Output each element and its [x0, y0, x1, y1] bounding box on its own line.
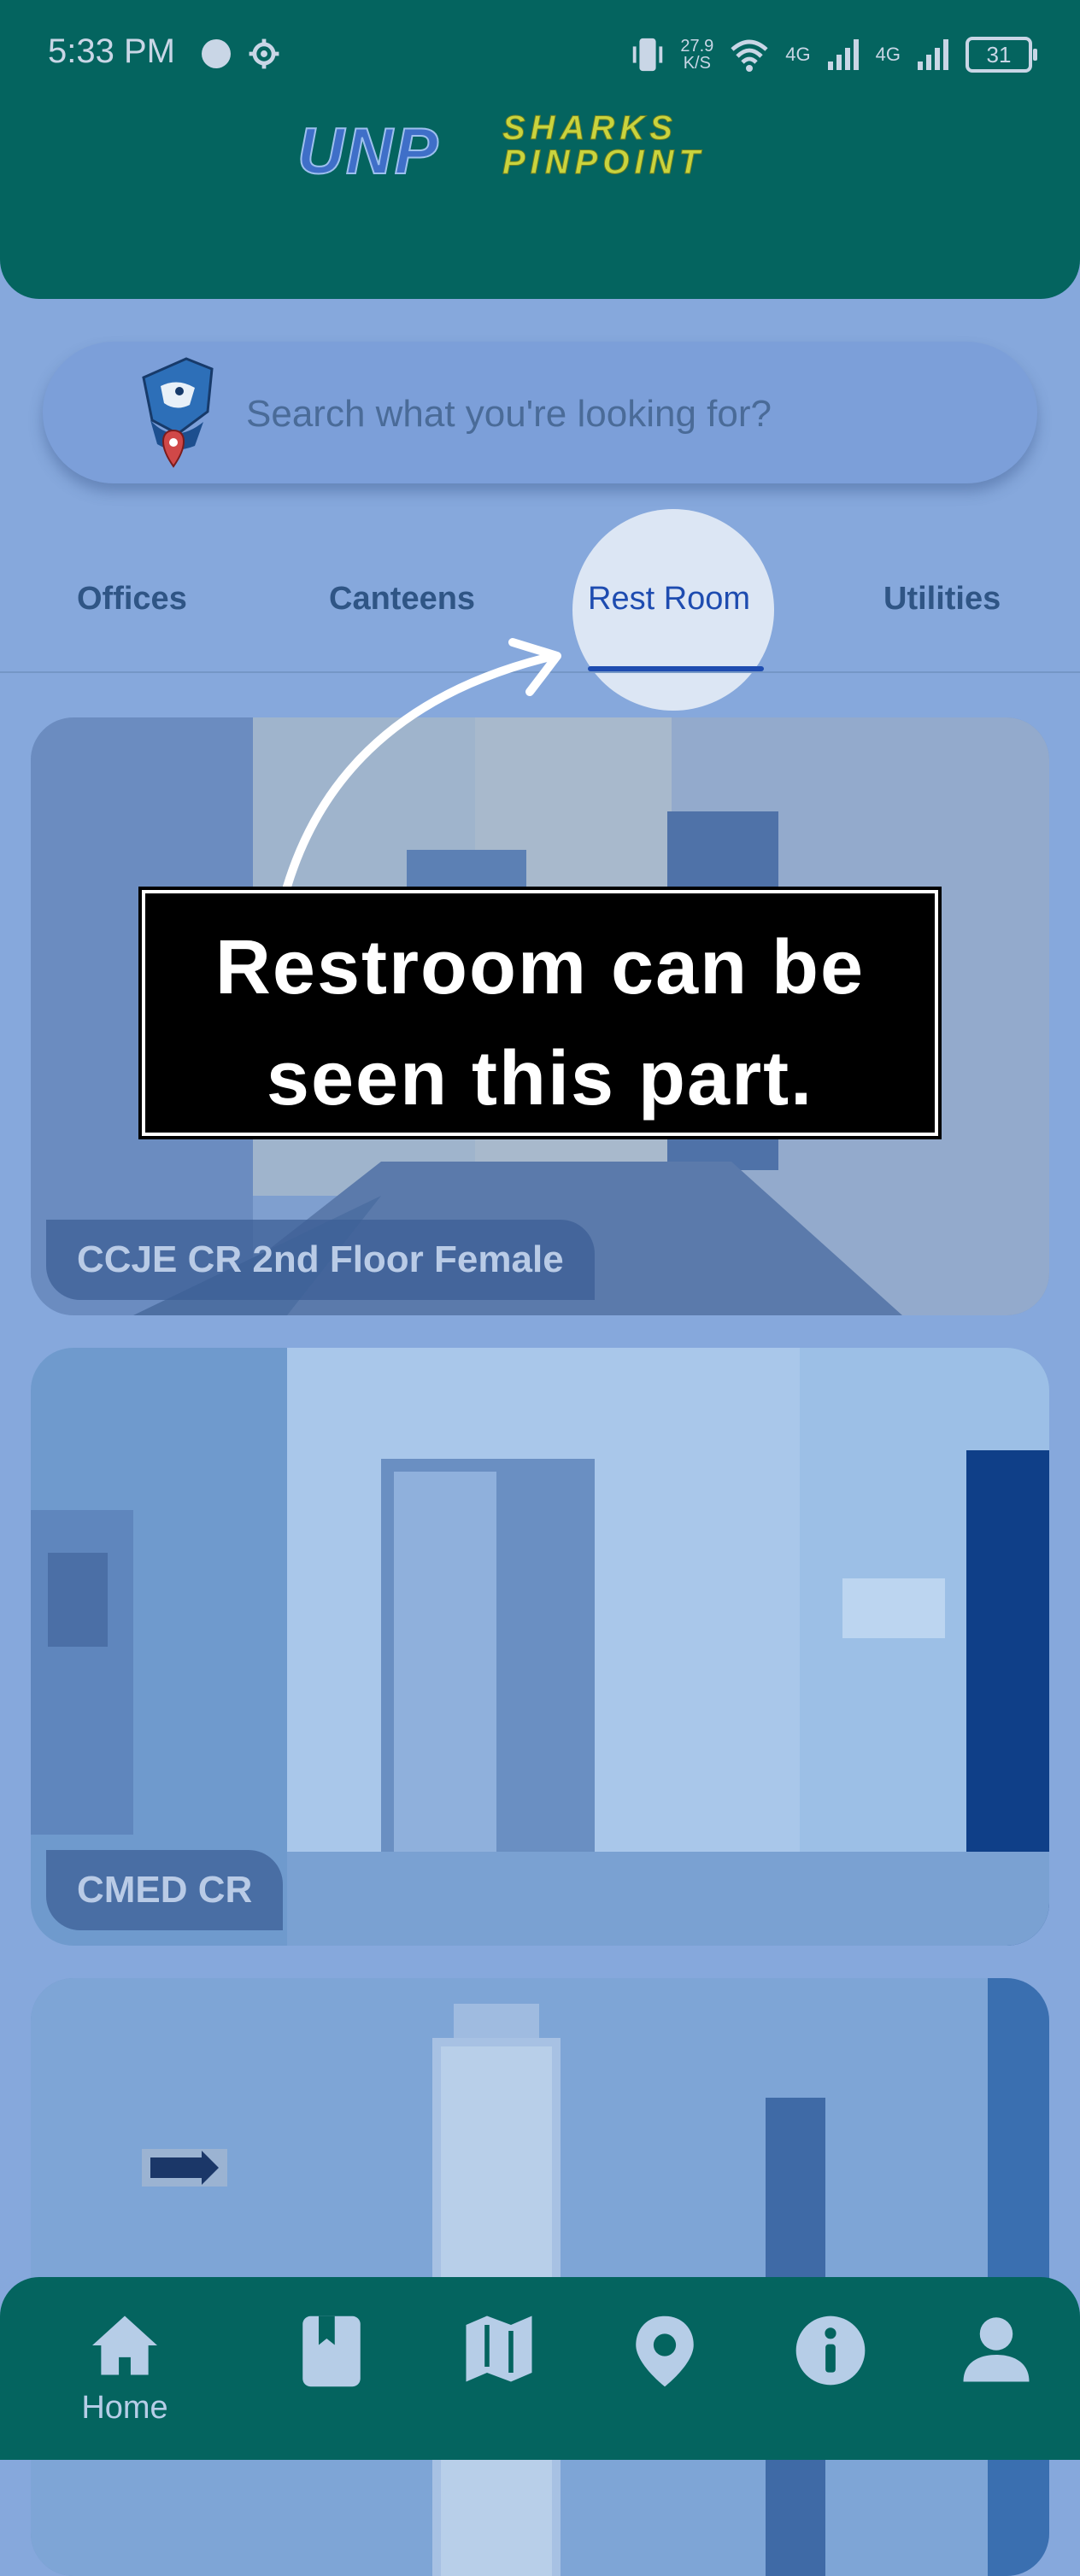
signal-icon	[827, 39, 859, 70]
logo-line-2: PINPOINT	[502, 143, 705, 181]
annotation-arrow	[278, 638, 561, 910]
nav-profile[interactable]	[945, 2313, 1048, 2441]
nav-info[interactable]	[779, 2313, 882, 2441]
nav-home-label: Home	[81, 2390, 168, 2426]
nav-location[interactable]	[613, 2313, 716, 2441]
gear-icon	[249, 38, 279, 69]
location-pin-icon	[636, 2315, 694, 2387]
tab-canteens[interactable]: Canteens	[329, 581, 475, 618]
network-speed-unit: K/S	[683, 54, 711, 73]
status-bar: 5:33 PM 27.9 K/S 4G 4G 31	[0, 0, 1080, 102]
nav-map[interactable]	[448, 2313, 550, 2441]
card-title: CMED CR	[46, 1850, 284, 1930]
shark-mascot-icon	[142, 357, 214, 468]
search-bar[interactable]: Search what you're looking for?	[43, 342, 1037, 483]
location-card[interactable]: CMED CR	[31, 1348, 1049, 1946]
nav-book[interactable]	[280, 2313, 383, 2441]
book-icon	[302, 2315, 361, 2387]
network-speed: 27.9 K/S	[680, 38, 713, 72]
callout-line-2: seen this part.	[266, 1036, 814, 1121]
info-icon	[795, 2315, 866, 2386]
tab-utilities[interactable]: Utilities	[883, 581, 1001, 618]
nav-home[interactable]: Home	[73, 2313, 176, 2441]
profile-icon	[963, 2317, 1030, 2382]
tab-rest-room[interactable]: Rest Room	[588, 581, 764, 618]
status-time: 5:33 PM	[48, 32, 175, 70]
logo-unp-text: UNP	[296, 114, 440, 189]
map-icon	[466, 2315, 532, 2382]
network-4g-label-1: 4G	[785, 44, 811, 65]
tab-offices[interactable]: Offices	[77, 581, 187, 618]
bottom-navigation: Home	[0, 2277, 1080, 2460]
app-header: 5:33 PM 27.9 K/S 4G 4G 31 UNP SHARKS PIN…	[0, 0, 1080, 299]
wifi-icon	[731, 39, 768, 72]
home-icon	[92, 2315, 157, 2375]
logo-sharks-pinpoint: SHARKS PINPOINT	[502, 109, 705, 181]
network-4g-label-2: 4G	[875, 44, 901, 65]
vibrate-icon	[633, 38, 663, 72]
logo-line-1: SHARKS	[502, 109, 678, 147]
battery-level: 31	[986, 42, 1012, 67]
network-speed-value: 27.9	[680, 37, 714, 56]
callout-text: Restroom can be seen this part.	[145, 912, 935, 1134]
messenger-icon	[202, 39, 231, 68]
status-indicators: 27.9 K/S 4G 4G 31	[631, 31, 1037, 79]
battery-icon: 31	[966, 37, 1037, 73]
signal-icon-2	[918, 39, 948, 70]
card-title: CCJE CR 2nd Floor Female	[46, 1220, 595, 1300]
annotation-callout: Restroom can be seen this part.	[138, 887, 942, 1139]
callout-line-1: Restroom can be	[214, 925, 866, 1010]
search-placeholder: Search what you're looking for?	[246, 393, 772, 435]
